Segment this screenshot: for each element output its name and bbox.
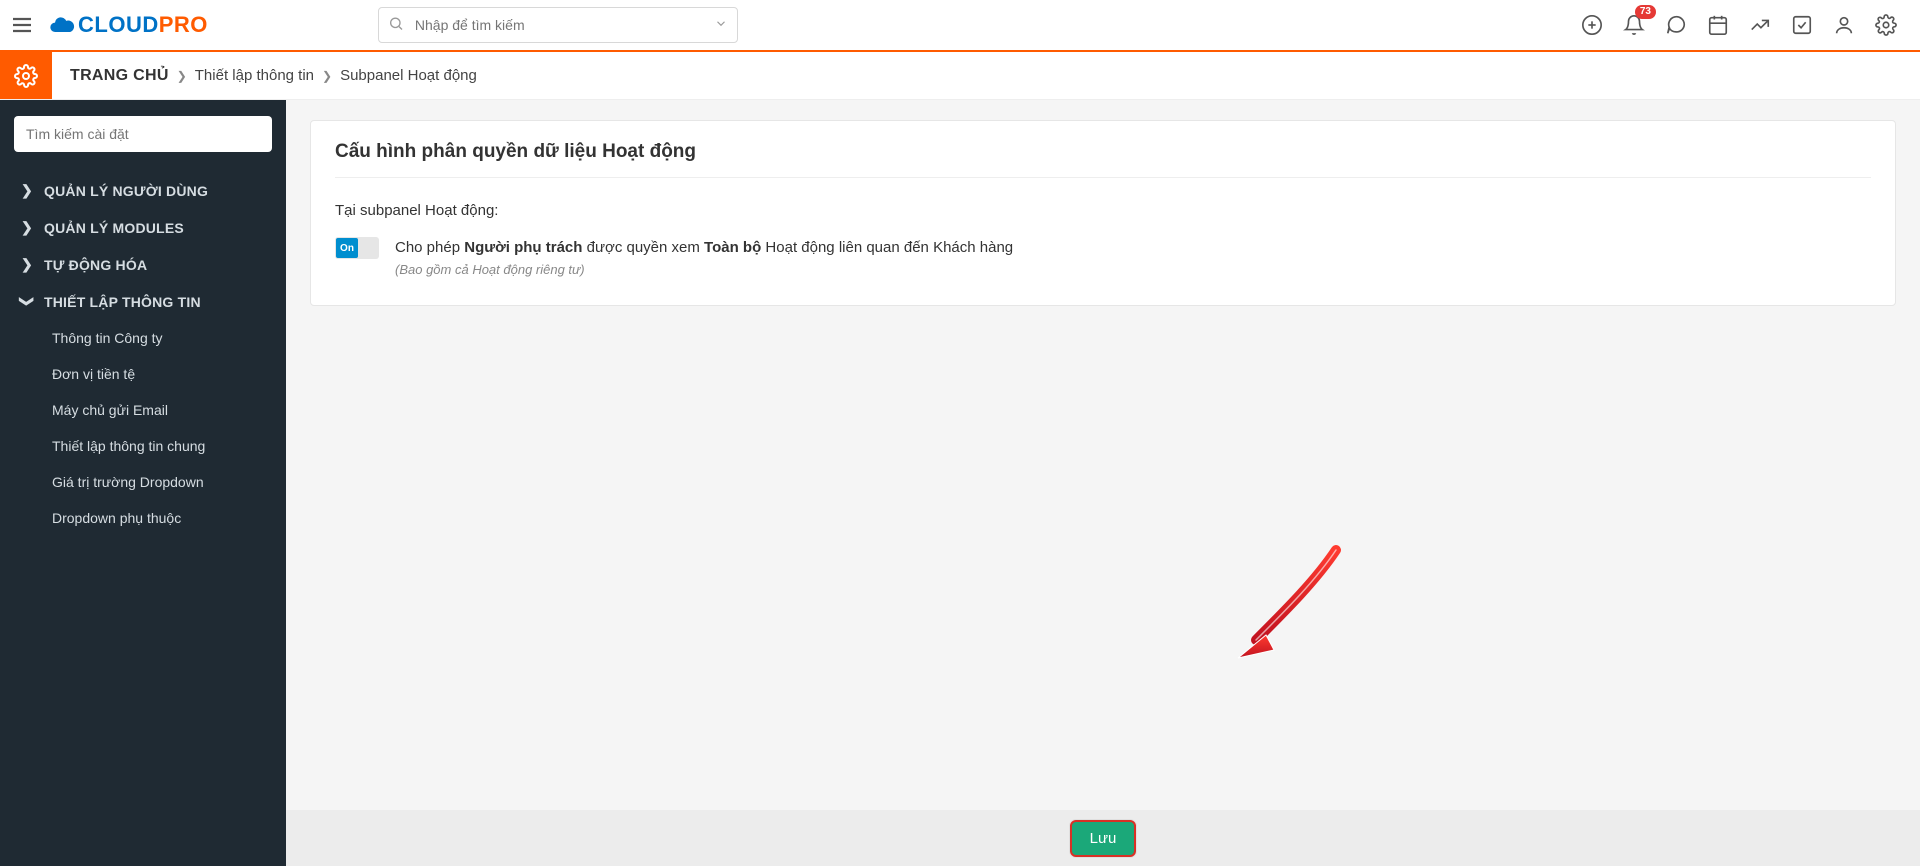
footer-bar: Lưu bbox=[286, 810, 1920, 866]
breadcrumb-level-1[interactable]: Thiết lập thông tin bbox=[195, 67, 314, 84]
breadcrumb: TRANG CHỦ ❯ Thiết lập thông tin ❯ Subpan… bbox=[52, 52, 477, 99]
sidebar-item-general-settings[interactable]: Thiết lập thông tin chung bbox=[46, 428, 272, 464]
global-search[interactable] bbox=[378, 7, 738, 43]
permission-row: On Cho phép Người phụ trách được quyền x… bbox=[335, 237, 1871, 277]
sidebar-group-label: THIẾT LẬP THÔNG TIN bbox=[44, 294, 201, 310]
sidebar-group-users[interactable]: ❯ QUẢN LÝ NGƯỜI DÙNG bbox=[14, 172, 272, 209]
sidebar-group-label: QUẢN LÝ NGƯỜI DÙNG bbox=[44, 183, 208, 199]
sidebar-item-dependent-dropdown[interactable]: Dropdown phụ thuộc bbox=[46, 500, 272, 536]
sidebar-group-settings[interactable]: ❯ THIẾT LẬP THÔNG TIN bbox=[14, 283, 272, 320]
permission-text: Cho phép Người phụ trách được quyền xem … bbox=[395, 237, 1013, 260]
chevron-down-icon: ❯ bbox=[19, 295, 36, 309]
permission-note: (Bao gồm cả Hoạt động riêng tư) bbox=[395, 262, 1013, 277]
calendar-icon[interactable] bbox=[1706, 13, 1730, 37]
gear-icon[interactable] bbox=[1874, 13, 1898, 37]
chevron-right-icon: ❯ bbox=[322, 69, 332, 83]
subheader: TRANG CHỦ ❯ Thiết lập thông tin ❯ Subpan… bbox=[0, 52, 1920, 100]
chevron-right-icon: ❯ bbox=[20, 256, 34, 273]
chevron-right-icon: ❯ bbox=[177, 69, 187, 83]
settings-tab-icon[interactable] bbox=[0, 52, 52, 99]
chart-icon[interactable] bbox=[1748, 13, 1772, 37]
settings-sidebar: ❯ QUẢN LÝ NGƯỜI DÙNG ❯ QUẢN LÝ MODULES ❯… bbox=[0, 100, 286, 866]
topbar-icons: 73 bbox=[1580, 13, 1904, 37]
breadcrumb-home[interactable]: TRANG CHỦ bbox=[70, 67, 169, 85]
content-area: Cấu hình phân quyền dữ liệu Hoạt động Tạ… bbox=[286, 100, 1920, 866]
chevron-down-icon[interactable] bbox=[714, 17, 728, 34]
sidebar-item-dropdown-values[interactable]: Giá trị trường Dropdown bbox=[46, 464, 272, 500]
chat-icon[interactable] bbox=[1664, 13, 1688, 37]
sidebar-group-modules[interactable]: ❯ QUẢN LÝ MODULES bbox=[14, 209, 272, 246]
save-button[interactable]: Lưu bbox=[1070, 820, 1137, 857]
toggle-on-label: On bbox=[336, 238, 358, 258]
hamburger-icon[interactable] bbox=[0, 0, 44, 51]
search-input[interactable] bbox=[378, 7, 738, 43]
logo[interactable]: CLOUDPRO bbox=[48, 11, 208, 39]
section-label: Tại subpanel Hoạt động: bbox=[335, 202, 1871, 219]
sidebar-item-company-info[interactable]: Thông tin Công ty bbox=[46, 320, 272, 356]
sidebar-group-label: TỰ ĐỘNG HÓA bbox=[44, 257, 147, 273]
bell-icon[interactable]: 73 bbox=[1622, 13, 1646, 37]
topbar: CLOUDPRO 73 bbox=[0, 0, 1920, 52]
sidebar-group-automation[interactable]: ❯ TỰ ĐỘNG HÓA bbox=[14, 246, 272, 283]
sidebar-submenu: Thông tin Công ty Đơn vị tiền tệ Máy chủ… bbox=[14, 320, 272, 536]
search-icon bbox=[388, 16, 404, 35]
chevron-right-icon: ❯ bbox=[20, 219, 34, 236]
permission-toggle[interactable]: On bbox=[335, 237, 379, 259]
annotation-arrow-icon bbox=[1226, 540, 1366, 670]
sidebar-group-label: QUẢN LÝ MODULES bbox=[44, 220, 184, 236]
checkbox-icon[interactable] bbox=[1790, 13, 1814, 37]
sidebar-item-email-server[interactable]: Máy chủ gửi Email bbox=[46, 392, 272, 428]
breadcrumb-level-2: Subpanel Hoạt động bbox=[340, 67, 477, 84]
card-title: Cấu hình phân quyền dữ liệu Hoạt động bbox=[335, 141, 1871, 178]
logo-text: CLOUDPRO bbox=[78, 12, 208, 38]
user-icon[interactable] bbox=[1832, 13, 1856, 37]
permission-card: Cấu hình phân quyền dữ liệu Hoạt động Tạ… bbox=[310, 120, 1896, 306]
chevron-right-icon: ❯ bbox=[20, 182, 34, 199]
settings-search-input[interactable] bbox=[14, 116, 272, 152]
plus-icon[interactable] bbox=[1580, 13, 1604, 37]
cloud-icon bbox=[48, 11, 76, 39]
sidebar-item-currency[interactable]: Đơn vị tiền tệ bbox=[46, 356, 272, 392]
notification-badge: 73 bbox=[1635, 5, 1656, 19]
